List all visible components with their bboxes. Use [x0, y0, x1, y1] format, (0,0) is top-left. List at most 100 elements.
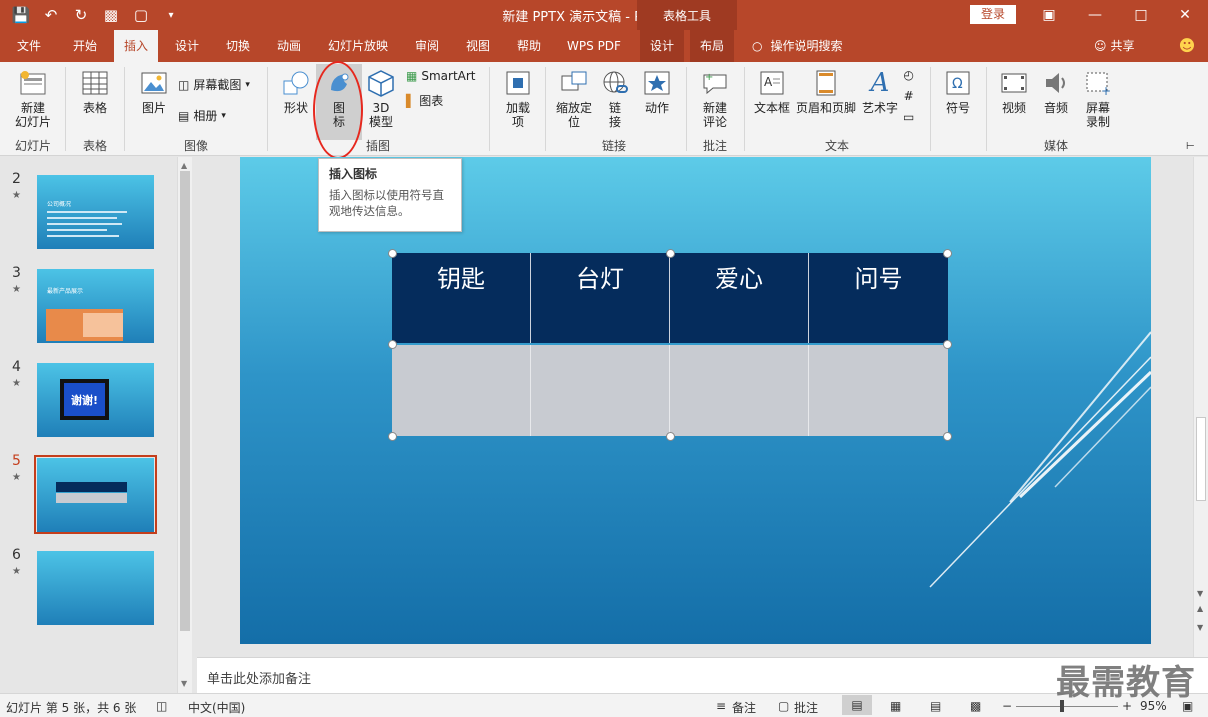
table-cell[interactable]: [670, 345, 809, 436]
language-indicator[interactable]: 中文(中国): [188, 699, 245, 716]
slide-thumbnail[interactable]: 最新产品展示: [37, 269, 154, 343]
slide-thumbnail[interactable]: 谢谢!: [37, 363, 154, 437]
resize-handle[interactable]: [388, 432, 397, 441]
minimize-icon[interactable]: —: [1072, 0, 1118, 30]
slide-number: 3: [12, 265, 21, 281]
table-header-cell[interactable]: 钥匙: [392, 253, 531, 343]
slide-thumbnail[interactable]: 公司概况: [37, 175, 154, 249]
table-header-cell[interactable]: 爱心: [670, 253, 809, 343]
zoom-label: 缩放定 位: [555, 101, 592, 129]
picture-button[interactable]: 图片: [134, 68, 174, 115]
zoom-slider[interactable]: [1016, 706, 1118, 707]
tab-wps-pdf[interactable]: WPS PDF: [562, 30, 626, 62]
pin-ribbon-icon[interactable]: ⊢: [1186, 141, 1195, 152]
object-icon[interactable]: ▭: [903, 110, 914, 124]
reading-view-icon[interactable]: ▤: [930, 699, 941, 713]
slide-scrollbar[interactable]: ▼ ▲ ▼: [1193, 157, 1208, 657]
comments-toggle-button[interactable]: 批注: [794, 699, 818, 716]
tab-design[interactable]: 设计: [166, 30, 208, 62]
3d-model-button[interactable]: 3D 模型: [362, 68, 400, 129]
addins-button[interactable]: 加载 项: [498, 68, 538, 129]
tell-me-search[interactable]: ○ 操作说明搜索: [752, 30, 862, 62]
tab-transitions[interactable]: 切换: [217, 30, 259, 62]
scroll-down-icon[interactable]: ▼: [181, 679, 187, 688]
normal-view-icon[interactable]: ▤: [842, 695, 872, 715]
tab-view[interactable]: 视图: [457, 30, 499, 62]
scroll-thumb[interactable]: [1196, 417, 1206, 501]
audio-button[interactable]: 音频: [1036, 68, 1076, 115]
resize-handle[interactable]: [388, 340, 397, 349]
shapes-button[interactable]: 形状: [276, 68, 316, 115]
textbox-label: 文本框: [753, 101, 790, 115]
notes-toggle-button[interactable]: 备注: [732, 699, 756, 716]
slide-thumbnail-active[interactable]: [37, 458, 154, 532]
notes-toggle-icon[interactable]: ≡: [716, 699, 726, 713]
zoom-button[interactable]: 缩放定 位: [553, 68, 595, 129]
table-cell[interactable]: [531, 345, 670, 436]
tab-help[interactable]: 帮助: [508, 30, 550, 62]
share-label: 共享: [1110, 39, 1135, 53]
resize-handle[interactable]: [388, 249, 397, 258]
textbox-button[interactable]: A 文本框: [752, 68, 792, 115]
wordart-button[interactable]: A 艺术字: [860, 68, 900, 115]
table-header-cell[interactable]: 台灯: [531, 253, 670, 343]
slide-thumbnail[interactable]: [37, 551, 154, 625]
screenshot-button[interactable]: ◫ 屏幕截图 ▾: [178, 76, 250, 93]
link-button[interactable]: 链 接: [598, 68, 632, 129]
tab-animations[interactable]: 动画: [268, 30, 310, 62]
table-header-cell[interactable]: 问号: [809, 253, 948, 343]
tab-table-design[interactable]: 设计: [640, 30, 684, 62]
resize-handle[interactable]: [943, 340, 952, 349]
tab-home[interactable]: 开始: [64, 30, 106, 62]
share-button[interactable]: ☺ 共享: [1094, 30, 1148, 62]
symbol-button[interactable]: Ω 符号: [938, 68, 978, 115]
tab-table-layout[interactable]: 布局: [690, 30, 734, 62]
resize-handle[interactable]: [943, 432, 952, 441]
next-slide-icon[interactable]: ▼: [1197, 623, 1203, 632]
header-footer-button[interactable]: 页眉和页脚: [795, 68, 857, 115]
scroll-up-icon[interactable]: ▲: [181, 161, 187, 170]
album-label: 相册: [193, 109, 218, 123]
slide-sorter-icon[interactable]: ▦: [890, 699, 901, 713]
animation-star-icon: ★: [12, 472, 21, 483]
new-comment-button[interactable]: + 新建 评论: [694, 68, 736, 129]
group-separator: [744, 67, 745, 151]
shapes-icon: [281, 68, 311, 98]
previous-slide-icon[interactable]: ▲: [1197, 604, 1203, 613]
login-button[interactable]: 登录: [970, 5, 1016, 24]
tab-slideshow[interactable]: 幻灯片放映: [322, 30, 394, 62]
slide-number-icon[interactable]: #: [904, 89, 914, 103]
album-button[interactable]: ▤ 相册 ▾: [178, 107, 226, 124]
ribbon-display-options-icon[interactable]: ▣: [1026, 0, 1072, 30]
star-action-icon: [642, 68, 672, 98]
comments-toggle-icon[interactable]: ▢: [778, 699, 789, 713]
slide-table[interactable]: 钥匙 台灯 爱心 问号: [392, 253, 948, 436]
resize-handle[interactable]: [943, 249, 952, 258]
table-label: 表格: [82, 101, 107, 115]
chart-button[interactable]: ▌ 图表: [406, 92, 443, 109]
slideshow-icon[interactable]: ▩: [970, 699, 981, 713]
smartart-button[interactable]: ▦ SmartArt: [406, 69, 476, 83]
title-bar: 💾 ↶ ↻ ▩ ▢ ▾ 新建 PPTX 演示文稿 - PowerPoint 登录…: [0, 0, 1208, 30]
table-cell[interactable]: [809, 345, 948, 436]
smiley-feedback-icon[interactable]: ☻: [1176, 30, 1198, 62]
new-slide-button[interactable]: 新建 幻灯片: [10, 68, 56, 129]
scroll-down-icon[interactable]: ▼: [1197, 589, 1203, 598]
scroll-thumb[interactable]: [180, 171, 190, 631]
screen-record-button[interactable]: + 屏幕 录制: [1078, 68, 1118, 129]
action-button[interactable]: 动作: [638, 68, 676, 115]
close-icon[interactable]: ✕: [1162, 0, 1208, 30]
table-cell[interactable]: [392, 345, 531, 436]
resize-handle[interactable]: [666, 249, 675, 258]
accessibility-icon[interactable]: ◫: [156, 699, 167, 713]
maximize-icon[interactable]: □: [1118, 0, 1164, 30]
tab-file[interactable]: 文件: [8, 30, 50, 62]
thumbnail-scrollbar[interactable]: ▲ ▼: [177, 157, 192, 693]
video-button[interactable]: 视频: [994, 68, 1034, 115]
table-button[interactable]: 表格: [74, 68, 116, 115]
tab-insert[interactable]: 插入: [114, 30, 158, 62]
datetime-icon[interactable]: ◴: [903, 68, 913, 82]
tab-review[interactable]: 审阅: [406, 30, 448, 62]
resize-handle[interactable]: [666, 432, 675, 441]
zoom-out-icon[interactable]: −: [1002, 699, 1012, 713]
